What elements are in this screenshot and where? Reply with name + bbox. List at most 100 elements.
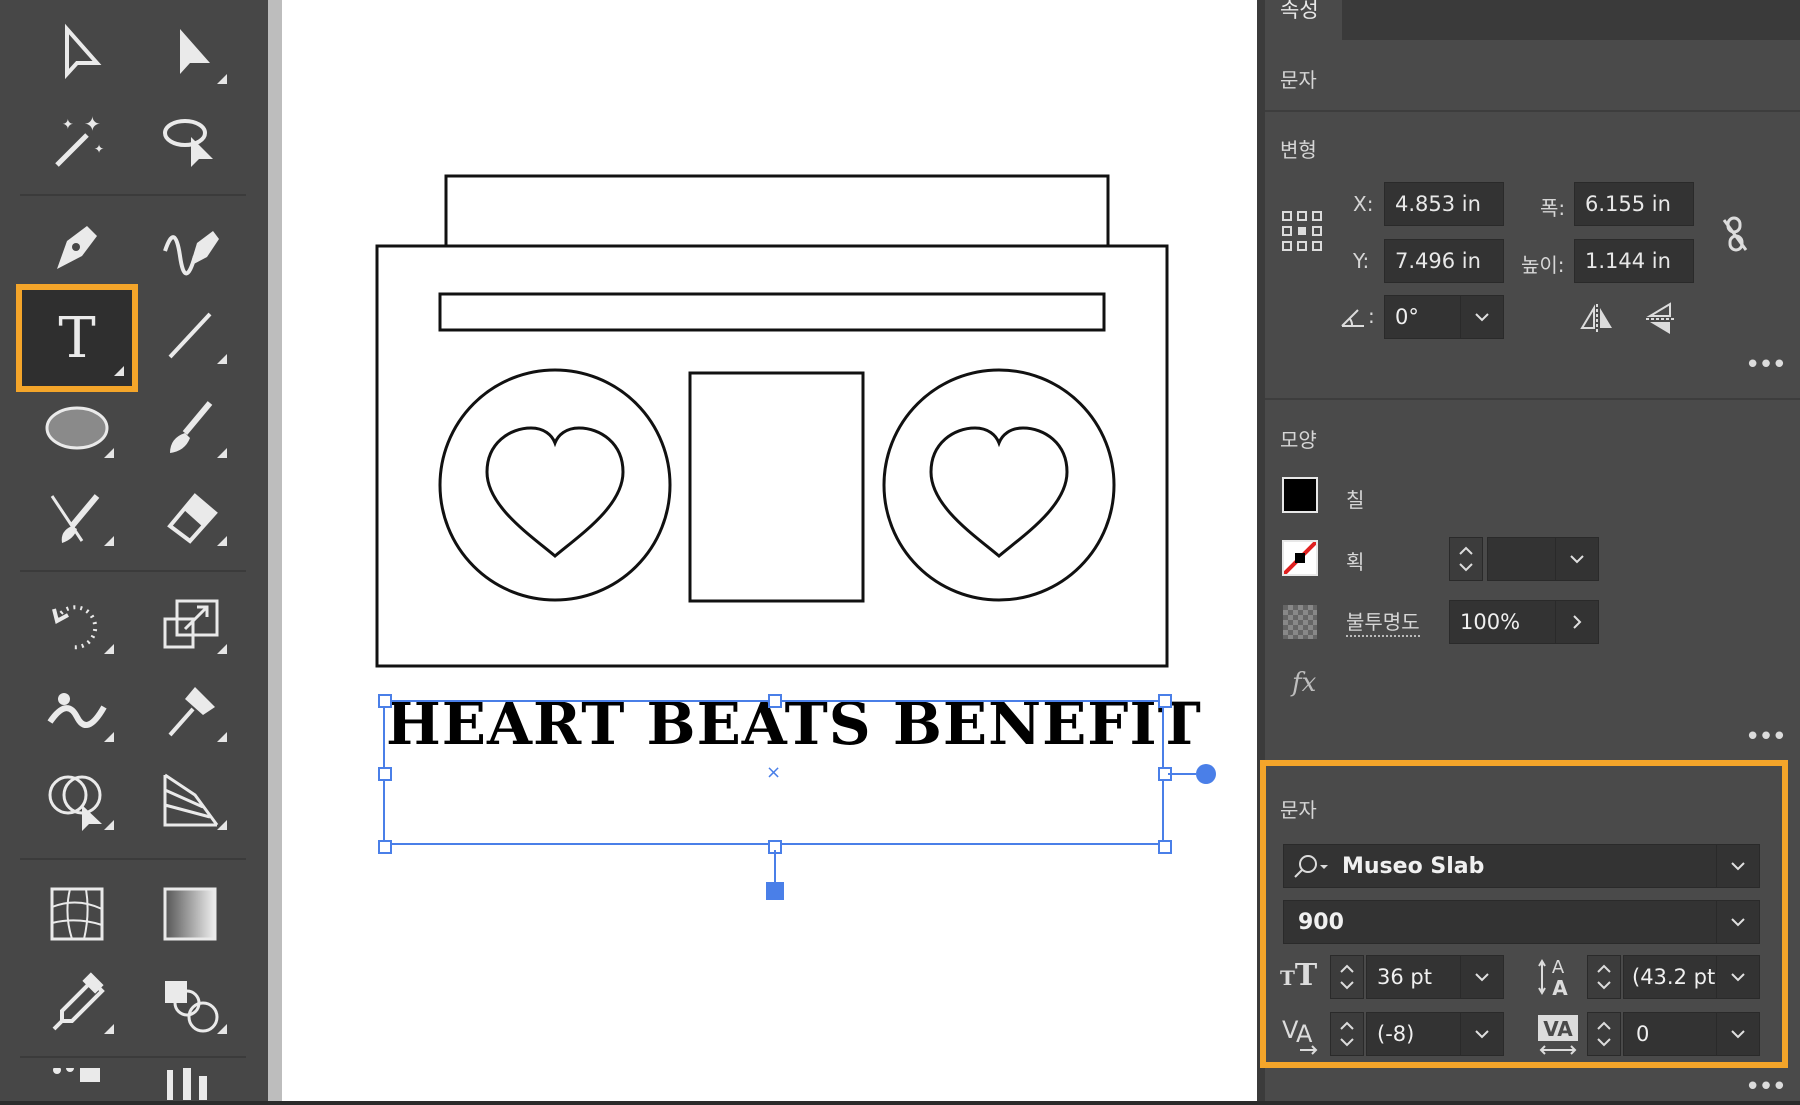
svg-text:A: A <box>1552 976 1568 997</box>
threaded-text-handle[interactable] <box>1196 764 1216 784</box>
rotate-tool-icon[interactable] <box>32 584 122 664</box>
chevron-down-icon[interactable] <box>1460 296 1503 338</box>
svg-text:T: T <box>58 306 95 371</box>
shaper-tool-icon[interactable] <box>32 476 122 556</box>
font-family-dropdown[interactable]: Museo Slab <box>1283 844 1760 888</box>
opacity-label[interactable]: 불투명도 <box>1346 606 1420 637</box>
font-style-dropdown[interactable]: 900 <box>1283 900 1760 944</box>
reference-point-icon[interactable] <box>1281 210 1323 252</box>
eraser-tool-icon[interactable] <box>145 476 235 556</box>
blend-tool-icon[interactable] <box>145 964 235 1044</box>
magic-wand-tool-icon[interactable]: ✦ ✦ ✦ <box>32 102 122 182</box>
selection-handle[interactable] <box>768 694 782 708</box>
selection-handle[interactable] <box>378 694 392 708</box>
center-point-icon: × <box>766 762 782 783</box>
ellipse-tool-icon[interactable] <box>32 388 122 468</box>
tracking-dropdown[interactable]: 0 <box>1623 1012 1760 1056</box>
line-segment-tool-icon[interactable] <box>145 294 235 374</box>
selection-handle[interactable] <box>378 767 392 781</box>
flip-horizontal-icon[interactable] <box>1580 304 1614 334</box>
tracking-stepper[interactable] <box>1587 1012 1621 1056</box>
threaded-text-line <box>1168 773 1196 775</box>
toolbar-edge <box>268 0 282 1101</box>
type-handle[interactable] <box>766 882 784 900</box>
svg-text:A: A <box>1296 1020 1313 1048</box>
svg-text:VA: VA <box>1543 1017 1573 1041</box>
opacity-checker-icon <box>1283 605 1317 639</box>
kerning-dropdown[interactable]: (-8) <box>1366 1012 1504 1056</box>
panel-tab-strip <box>1342 0 1800 40</box>
kerning-stepper[interactable] <box>1330 1012 1364 1056</box>
width-field[interactable]: 6.155 in <box>1574 182 1694 226</box>
gradient-tool-icon[interactable] <box>145 874 235 954</box>
y-field[interactable]: 7.496 in <box>1384 239 1504 283</box>
stroke-weight-dropdown[interactable] <box>1487 537 1599 581</box>
mesh-tool-icon[interactable] <box>32 874 122 954</box>
rotate-angle-value: 0° <box>1395 305 1419 329</box>
chevron-right-icon[interactable] <box>1555 601 1598 643</box>
fx-effects-button[interactable]: fx <box>1292 668 1316 698</box>
chevron-down-icon[interactable] <box>1716 1013 1759 1055</box>
tracking-value: 0 <box>1636 1022 1650 1046</box>
svg-text:✦: ✦ <box>84 112 101 136</box>
x-label: X: <box>1353 192 1374 216</box>
paintbrush-tool-icon[interactable] <box>145 388 235 468</box>
boombox-artwork <box>375 174 1169 668</box>
chevron-down-icon[interactable] <box>1716 956 1759 998</box>
shape-builder-tool-icon[interactable] <box>32 760 122 840</box>
puppet-warp-tool-icon[interactable] <box>145 672 235 752</box>
chevron-down-icon[interactable] <box>1460 1013 1503 1055</box>
pen-tool-icon[interactable] <box>32 206 122 286</box>
more-options-icon[interactable]: ••• <box>1745 1072 1787 1102</box>
kerning-value: (-8) <box>1377 1022 1415 1046</box>
fill-label: 칠 <box>1346 488 1365 512</box>
symbol-sprayer-tool-icon[interactable] <box>32 1068 122 1101</box>
font-size-dropdown[interactable]: 36 pt <box>1366 955 1504 999</box>
width-tool-icon[interactable] <box>32 672 122 752</box>
opacity-field[interactable]: 100% <box>1449 600 1599 644</box>
tab-properties[interactable]: 속성 <box>1280 0 1319 24</box>
link-proportions-icon[interactable] <box>1720 214 1750 254</box>
height-label: 높이: <box>1521 253 1565 277</box>
rotate-angle-dropdown[interactable]: 0° <box>1384 295 1504 339</box>
font-style-value: 900 <box>1298 909 1344 935</box>
opacity-value: 100% <box>1460 610 1521 634</box>
y-label: Y: <box>1353 249 1370 273</box>
x-field[interactable]: 4.853 in <box>1384 182 1504 226</box>
chevron-down-icon[interactable] <box>1716 845 1759 887</box>
lasso-tool-icon[interactable] <box>145 102 235 182</box>
column-graph-tool-icon[interactable] <box>145 1068 235 1101</box>
leading-stepper[interactable] <box>1587 955 1621 999</box>
flip-vertical-icon[interactable] <box>1646 302 1676 336</box>
font-size-stepper[interactable] <box>1330 955 1364 999</box>
type-tool-icon[interactable]: T <box>16 284 138 392</box>
scale-tool-icon[interactable] <box>145 584 235 664</box>
font-size-value: 36 pt <box>1377 965 1432 989</box>
stroke-label: 획 <box>1346 550 1365 574</box>
rotate-angle-icon <box>1340 304 1366 330</box>
leading-icon: AA <box>1538 955 1576 1000</box>
section-title-transform: 변형 <box>1280 138 1317 162</box>
stroke-swatch-none[interactable] <box>1282 540 1318 576</box>
more-options-icon[interactable]: ••• <box>1745 722 1787 752</box>
selection-handle[interactable] <box>1158 694 1172 708</box>
chevron-down-icon[interactable] <box>1716 901 1759 943</box>
more-options-icon[interactable]: ••• <box>1745 350 1787 380</box>
chevron-down-icon[interactable] <box>1460 956 1503 998</box>
eyedropper-tool-icon[interactable] <box>32 964 122 1044</box>
stroke-weight-stepper[interactable] <box>1449 537 1483 581</box>
selection-tool-icon[interactable] <box>145 14 235 94</box>
tools-panel: ✦ ✦ ✦ T <box>0 0 268 1101</box>
fill-swatch[interactable] <box>1282 477 1318 513</box>
artboard[interactable]: HEART BEATS BENEFIT × <box>282 0 1257 1101</box>
perspective-grid-tool-icon[interactable] <box>145 760 235 840</box>
tracking-icon: VA <box>1537 1014 1579 1056</box>
chevron-down-icon[interactable] <box>1555 538 1598 580</box>
direct-selection-tool-icon[interactable] <box>32 14 122 94</box>
curvature-tool-icon[interactable] <box>145 206 235 286</box>
leading-dropdown[interactable]: (43.2 pt <box>1623 955 1760 999</box>
type-handle-line <box>774 850 776 884</box>
selection-handle[interactable] <box>378 840 392 854</box>
selection-handle[interactable] <box>1158 840 1172 854</box>
height-field[interactable]: 1.144 in <box>1574 239 1694 283</box>
